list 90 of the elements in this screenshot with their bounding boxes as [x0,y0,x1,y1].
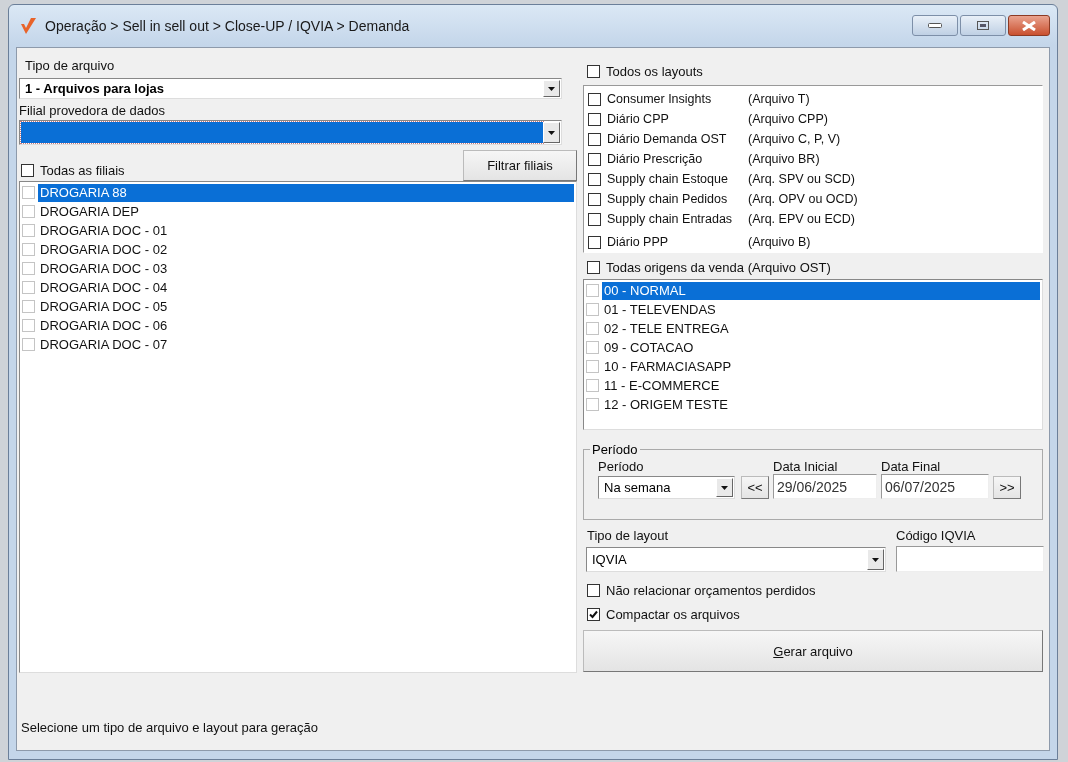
list-item[interactable]: 12 - ORIGEM TESTE [602,395,1040,414]
minimize-icon [928,23,942,28]
layout-name: Consumer Insights [607,92,713,106]
list-item[interactable]: DROGARIA 88 [38,183,574,202]
close-icon [1021,20,1037,31]
list-item[interactable]: DROGARIA DOC - 04 [38,278,574,297]
layout-name: Supply chain Estoque [607,172,729,186]
dropdown[interactable]: Na semana [598,476,735,499]
minimize-button[interactable] [912,15,958,36]
list-item[interactable]: 02 - TELE ENTREGA [602,319,1040,338]
layout-name: Diário PPP [607,235,670,249]
list-item[interactable]: 01 - TELEVENDAS [602,300,1040,319]
dropdown-button[interactable] [543,80,560,97]
dropdown[interactable]: IQVIA [586,547,886,572]
next-button[interactable]: >> [993,476,1021,499]
field-label: Filial provedora de dados [19,103,165,118]
generate-button[interactable]: Gerar arquivo [583,630,1043,672]
list-item[interactable]: DROGARIA DOC - 06 [38,316,574,335]
field-label: Tipo de layout [587,528,669,543]
checkbox[interactable] [587,64,600,78]
list-item[interactable]: 10 - FARMACIASAPP [602,357,1040,376]
field-label: Tipo de arquivo [25,58,115,73]
layout-file: (Arquivo T) [748,92,810,106]
dropdown-value: 1 - Arquivos para lojas [24,80,165,97]
checkmark-logo-icon [20,17,37,35]
date-field[interactable]: 29/06/2025 [773,474,877,499]
dropdown[interactable]: 1 - Arquivos para lojas [19,78,562,99]
checkbox[interactable] [588,172,601,186]
dropdown-value: IQVIA [591,551,628,569]
list-item[interactable]: 11 - E-COMMERCE [602,376,1040,395]
layout-name: Diário Demanda OST [607,132,728,146]
checkbox[interactable] [587,607,600,621]
close-button[interactable] [1008,15,1050,36]
date-field[interactable]: 06/07/2025 [881,474,989,499]
checkbox[interactable] [588,112,601,126]
checkbox[interactable] [587,260,600,274]
filter-button[interactable]: Filtrar filiais [463,150,577,181]
field-label: Período [598,459,645,474]
layout-name: Supply chain Entradas [607,212,734,226]
list-item[interactable]: DROGARIA DOC - 05 [38,297,574,316]
window-title: Operação > Sell in sell out > Close-UP / IQVIA > Demanda [45,18,411,34]
checkbox[interactable] [588,212,601,226]
caret-icon [548,86,555,91]
caret-icon [548,130,555,135]
checkbox[interactable] [587,583,600,597]
list-item[interactable]: DROGARIA DEP [38,202,574,221]
layout-file: (Arq. EPV ou ECD) [748,212,855,226]
checkbox-label[interactable]: Todas as filiais [40,162,125,178]
dropdown-button[interactable] [716,478,733,497]
layout-name: Supply chain Pedidos [607,192,729,206]
checkbox-label[interactable]: Todos os layouts [606,63,703,79]
checkbox[interactable] [588,152,601,166]
layout-name: Diário CPP [607,112,670,126]
layout-file: (Arquivo C, P, V) [748,132,841,146]
list-item[interactable]: 09 - COTACAO [602,338,1040,357]
checkbox-label[interactable]: Compactar os arquivos [606,606,740,622]
checkbox[interactable] [588,192,601,206]
dropdown-button[interactable] [543,122,560,143]
checkbox[interactable] [588,235,601,249]
checkbox-label[interactable]: Não relacionar orçamentos perdidos [606,582,816,598]
caret-icon [721,485,728,490]
layout-file: (Arquivo CPP) [748,112,828,126]
layout-name: Diário Prescrição [607,152,704,166]
checkbox-label[interactable]: Todas origens da venda (Arquivo OST) [606,259,831,275]
list-item[interactable]: 00 - NORMAL [602,281,1040,300]
list-item[interactable]: DROGARIA DOC - 07 [38,335,574,354]
status-text: Selecione um tipo de arquivo e layout para geração [21,720,319,735]
field-label: Data Final [881,459,942,474]
maximize-icon [977,21,989,30]
dropdown-value: Na semana [603,479,672,497]
maximize-button[interactable] [960,15,1006,36]
group-title: Período [591,442,639,457]
list-item[interactable]: DROGARIA DOC - 03 [38,259,574,278]
caret-icon [872,557,879,562]
checkbox[interactable] [588,132,601,146]
checkbox[interactable] [588,92,601,106]
field-label: Código IQVIA [896,528,977,543]
layout-file: (Arq. SPV ou SCD) [748,172,855,186]
dropdown-button[interactable] [867,549,884,570]
checkmark-icon [589,609,598,619]
list-item[interactable]: DROGARIA DOC - 01 [38,221,574,240]
field-label: Data Inicial [773,459,839,474]
layout-file: (Arquivo B) [748,235,811,249]
layout-file: (Arq. OPV ou OCD) [748,192,858,206]
list-item[interactable]: DROGARIA DOC - 02 [38,240,574,259]
dropdown[interactable] [19,120,562,145]
previous-button[interactable]: << [741,476,769,499]
code-field[interactable] [896,546,1044,572]
checkbox[interactable] [21,163,34,177]
layout-file: (Arquivo BR) [748,152,820,166]
